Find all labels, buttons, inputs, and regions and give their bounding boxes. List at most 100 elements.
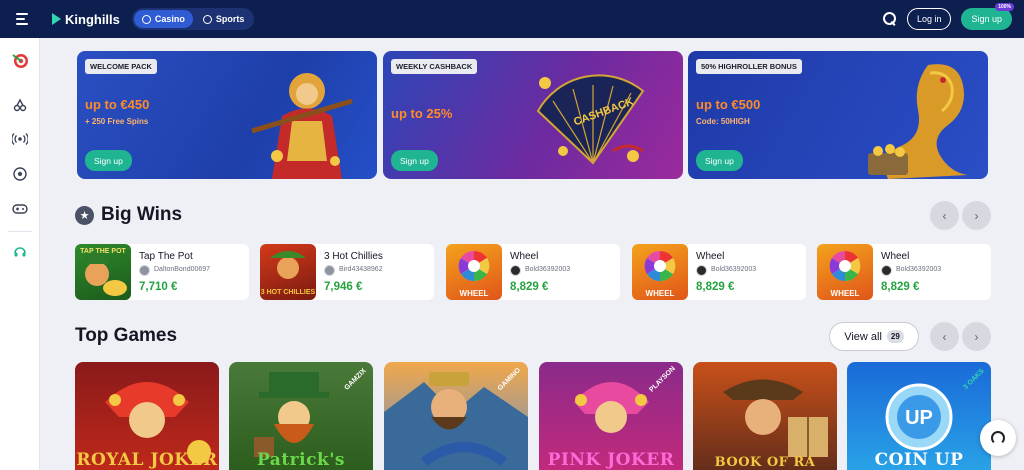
banner-headline: up to 25% (391, 106, 453, 121)
top-games-title: Top Games (75, 325, 178, 346)
big-wins-prev-button[interactable]: ‹ (930, 201, 959, 230)
user-avatar-icon (139, 265, 150, 276)
username: Bold36392003 (711, 266, 757, 273)
welcome-pack-banner[interactable]: WELCOME PACK up to €450 + 250 Free Spins… (77, 51, 377, 179)
live-broadcast-icon[interactable] (11, 130, 29, 148)
thumb-text: WHEEL (831, 289, 860, 298)
tile-title: ROYAL JOKER (76, 450, 218, 470)
sidebar-divider (8, 231, 32, 232)
cashback-fan-illustration: CASHBACK (536, 74, 645, 165)
game-name: Wheel (510, 251, 539, 262)
win-amount: 8,829 € (881, 281, 920, 293)
headset-icon[interactable] (11, 243, 29, 261)
banner-tag: WELCOME PACK (85, 59, 157, 74)
thumb-text: WHEEL (460, 289, 489, 298)
signup-button[interactable]: Sign up 100% (961, 3, 1014, 30)
game-tile-royal-joker[interactable]: ROYAL JOKER (75, 362, 219, 470)
casino-tab-label: Casino (154, 14, 185, 24)
thumb-text: WHEEL (646, 289, 675, 298)
banner-subline: Code: 50HIGH (696, 117, 750, 126)
login-button[interactable]: Log in (906, 8, 952, 30)
big-win-card[interactable]: 3 HOT CHILLIES 3 Hot Chillies Bird434389… (260, 244, 434, 300)
win-amount: 8,829 € (510, 281, 549, 293)
game-name: Tap The Pot (139, 251, 193, 262)
svg-text:UP: UP (905, 407, 933, 429)
user-avatar-icon (324, 265, 335, 276)
soccer-ball-icon (202, 14, 212, 24)
logo[interactable]: Kinghills (52, 12, 120, 27)
banner-headline: up to €500 (696, 97, 761, 112)
game-name: 3 Hot Chillies (324, 251, 383, 262)
highroller-bonus-banner[interactable]: 50% HIGHROLLER BONUS up to €500 Code: 50… (688, 51, 988, 179)
target-icon[interactable] (11, 51, 29, 69)
view-all-button[interactable]: View all 29 (829, 322, 919, 351)
banner-tag: WEEKLY CASHBACK (391, 59, 478, 74)
game-tile-patricks[interactable]: GAMZIX Patrick's (229, 362, 373, 470)
signup-button-label: Sign up (971, 14, 1002, 24)
game-thumbnail: WHEEL (446, 244, 502, 300)
cherries-icon[interactable] (11, 96, 29, 114)
sports-tab[interactable]: Sports (195, 10, 253, 28)
win-amount: 8,829 € (696, 281, 735, 293)
soccer-ball-icon[interactable] (11, 165, 29, 183)
mode-switch: Casino Sports (131, 8, 255, 30)
games-count-badge: 29 (886, 330, 904, 343)
bonus-badge: 100% (995, 3, 1014, 11)
banner-signup-button[interactable]: Sign up (696, 150, 743, 171)
username: Bird43438962 (339, 266, 383, 273)
game-tile-fishing[interactable]: GAMINO (384, 362, 528, 470)
tile-title: BOOK OF RA (714, 455, 816, 470)
big-win-card[interactable]: WHEEL Wheel Bold36392003 8,829 € (817, 244, 991, 300)
view-all-label: View all (844, 330, 882, 343)
sidebar (0, 38, 40, 470)
big-wins-next-button[interactable]: › (962, 201, 991, 230)
banner-signup-button[interactable]: Sign up (391, 150, 438, 171)
thumb-text: 3 HOT CHILLIES (261, 289, 316, 296)
top-header: Kinghills Casino Sports Log in Sign up 1… (0, 0, 1024, 38)
banner-signup-button[interactable]: Sign up (85, 150, 132, 171)
game-name: Wheel (881, 251, 910, 262)
cherries-icon (141, 14, 151, 24)
game-name: Wheel (696, 251, 725, 262)
user-avatar-icon (696, 265, 707, 276)
tile-title: PINK JOKER (547, 450, 675, 470)
tile-title: COIN UP (874, 450, 964, 470)
user-avatar-icon (881, 265, 892, 276)
gamepad-icon[interactable] (11, 200, 29, 218)
big-win-card[interactable]: WHEEL Wheel Bold36392003 8,829 € (446, 244, 620, 300)
weekly-cashback-banner[interactable]: CASHBACK WEEKLY CASHBACK up to 25% Sign … (383, 51, 683, 179)
support-chat-button[interactable] (980, 420, 1016, 456)
banner-headline: up to €450 (85, 97, 150, 112)
menu-icon[interactable] (0, 0, 44, 38)
search-icon[interactable] (882, 12, 897, 26)
username: Bold36392003 (525, 266, 571, 273)
banner-subline: + 250 Free Spins (85, 117, 149, 126)
big-win-card[interactable]: WHEEL Wheel Bold36392003 8,829 € (632, 244, 806, 300)
game-tile-book-of-ra[interactable]: BOOK OF RA (693, 362, 837, 470)
banner-tag: 50% HIGHROLLER BONUS (696, 59, 802, 74)
game-tile-coin-up[interactable]: UP 3 OAKS COIN UP (847, 362, 991, 470)
headset-icon (991, 431, 1005, 445)
top-games-next-button[interactable]: › (962, 322, 991, 351)
win-amount: 7,710 € (139, 281, 178, 293)
game-thumbnail: TAP THE POT (75, 244, 131, 300)
big-win-card[interactable]: TAP THE POT Tap The Pot DaltonBond00697 … (75, 244, 249, 300)
win-amount: 7,946 € (324, 281, 363, 293)
tile-title: Patrick's (256, 450, 345, 470)
casino-tab[interactable]: Casino (133, 10, 193, 28)
golden-dragon-illustration (868, 64, 968, 179)
game-thumbnail: WHEEL (817, 244, 873, 300)
game-tile-pink-joker[interactable]: PLAYSON PINK JOKER (539, 362, 683, 470)
big-wins-title: Big Wins (101, 204, 183, 225)
username: DaltonBond00697 (154, 266, 211, 273)
logo-text: Kinghills (65, 11, 120, 27)
user-avatar-icon (510, 265, 521, 276)
sports-tab-label: Sports (215, 14, 245, 24)
game-thumbnail: WHEEL (632, 244, 688, 300)
game-thumbnail: 3 HOT CHILLIES (260, 244, 316, 300)
star-icon: ★ (75, 206, 94, 225)
top-games-prev-button[interactable]: ‹ (930, 322, 959, 351)
logo-mark-icon (52, 13, 61, 25)
monkey-king-illustration (251, 73, 353, 179)
username: Bold36392003 (896, 266, 942, 273)
